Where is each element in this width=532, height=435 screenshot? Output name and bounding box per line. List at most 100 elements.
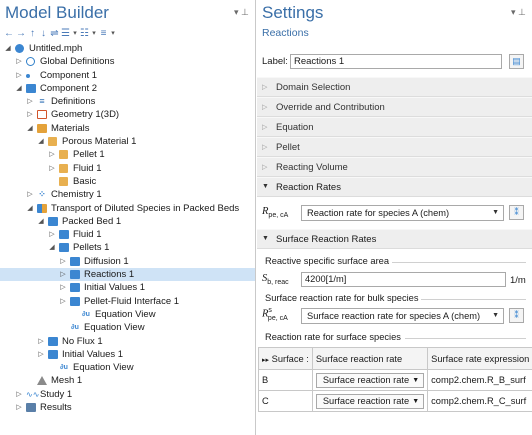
tree-node[interactable]: ◢ Porous Material 1 bbox=[0, 135, 255, 148]
variable-list-icon[interactable]: ⁑ bbox=[509, 205, 524, 220]
table-row[interactable]: C Surface reaction rate ▼ comp2.chem.R_C_… bbox=[258, 390, 532, 412]
expand-arrow-icon[interactable]: ▷ bbox=[48, 162, 56, 175]
show-icon[interactable]: ☰ bbox=[61, 28, 70, 39]
tree-node[interactable]: Basic bbox=[0, 175, 255, 188]
expand-arrow-icon[interactable]: ▷ bbox=[15, 401, 23, 414]
list-dropdown-icon[interactable]: ▾ bbox=[110, 29, 116, 37]
back-icon[interactable]: ← bbox=[4, 28, 14, 39]
table-row[interactable]: B Surface reaction rate ▼ comp2.chem.R_B_… bbox=[258, 369, 532, 391]
expand-icon[interactable]: ☷ bbox=[80, 28, 89, 39]
forward-icon[interactable]: → bbox=[16, 28, 26, 39]
tree-node[interactable]: ▷ Results bbox=[0, 401, 255, 414]
tree-node[interactable]: ▷ No Flux 1 bbox=[0, 335, 255, 348]
tree-node[interactable]: ∂u Equation View bbox=[0, 361, 255, 374]
expand-arrow-icon[interactable]: ▷ bbox=[59, 255, 67, 268]
reaction-rate-select[interactable]: Reaction rate for species A (chem) ▼ bbox=[301, 205, 504, 221]
equation-view-icon: ∂u bbox=[60, 364, 68, 372]
tree-node[interactable]: ▷ Geometry 1(3D) bbox=[0, 108, 255, 121]
tree-node[interactable]: ◢ Untitled.mph bbox=[0, 42, 255, 55]
expand-arrow-icon[interactable]: ▷ bbox=[48, 228, 56, 241]
pin-icon[interactable]: ▾ ⊥ bbox=[511, 7, 526, 18]
model-builder-title: Model Builder bbox=[5, 3, 109, 22]
tree-node[interactable]: ∂u Equation View bbox=[0, 321, 255, 334]
table-header[interactable]: ▸▸ Surface : bbox=[258, 347, 313, 370]
section-domain-selection[interactable]: ▷ Domain Selection bbox=[257, 77, 532, 97]
tree-node[interactable]: ▷ Fluid 1 bbox=[0, 162, 255, 175]
list-icon[interactable]: ≡ bbox=[99, 28, 108, 39]
tree-node[interactable]: ◢ Pellets 1 bbox=[0, 241, 255, 254]
tree-node[interactable]: ▷ Pellet-Fluid Interface 1 bbox=[0, 295, 255, 308]
tree-node[interactable]: ▷ Component 1 bbox=[0, 69, 255, 82]
expand-arrow-icon[interactable]: ▷ bbox=[26, 188, 34, 201]
section-pellet[interactable]: ▷ Pellet bbox=[257, 137, 532, 157]
collapse-arrow-icon[interactable]: ◢ bbox=[37, 135, 45, 148]
tree-node[interactable]: ▷ ∿∿ Study 1 bbox=[0, 388, 255, 401]
tree-node[interactable]: Mesh 1 bbox=[0, 374, 255, 387]
collapse-arrow-icon[interactable]: ◢ bbox=[48, 241, 56, 254]
tree-node[interactable]: ▷ Reactions 1 bbox=[0, 268, 255, 282]
label-input[interactable] bbox=[290, 54, 502, 69]
section-override-contribution[interactable]: ▷ Override and Contribution bbox=[257, 97, 532, 117]
physics-icon bbox=[70, 270, 80, 280]
settings-pane: Settings ▾ ⊥ Reactions Label: ▤ ▷ Domain… bbox=[257, 0, 532, 435]
move-down-icon[interactable]: ↓ bbox=[39, 28, 48, 39]
tree-node[interactable]: ◢ Packed Bed 1 bbox=[0, 215, 255, 228]
chevron-down-icon: ▼ bbox=[492, 209, 499, 216]
tree-node[interactable]: ◢ Component 2 bbox=[0, 82, 255, 95]
tree-node[interactable]: ◢ Materials bbox=[0, 122, 255, 135]
section-reaction-rates[interactable]: ▼ Reaction Rates bbox=[257, 177, 532, 197]
expand-dropdown-icon[interactable]: ▾ bbox=[91, 29, 97, 37]
show-dropdown-icon[interactable]: ▾ bbox=[72, 29, 78, 37]
area-group-label: Reactive specific surface area bbox=[265, 256, 390, 266]
link-editor-icon[interactable]: ⇌ bbox=[50, 28, 59, 39]
pin-icon[interactable]: ▾ ⊥ bbox=[234, 7, 249, 18]
bulk-rate-select[interactable]: Surface reaction rate for species A (che… bbox=[301, 308, 504, 324]
surface-area-input[interactable]: 4200[1/m] bbox=[301, 272, 506, 287]
tree-node-label: Porous Material 1 bbox=[62, 136, 137, 148]
expand-arrow-icon[interactable]: ▷ bbox=[59, 268, 67, 281]
expand-arrow-icon[interactable]: ▷ bbox=[15, 388, 23, 401]
tree-node[interactable]: ▷ Diffusion 1 bbox=[0, 255, 255, 268]
rate-select[interactable]: Surface reaction rate ▼ bbox=[315, 372, 425, 388]
collapse-arrow-icon[interactable]: ◢ bbox=[37, 215, 45, 228]
physics-icon bbox=[70, 296, 80, 306]
tree-node[interactable]: ▷ Fluid 1 bbox=[0, 228, 255, 241]
expand-arrow-icon[interactable]: ▷ bbox=[26, 108, 34, 121]
tree-node[interactable]: ▷ Initial Values 1 bbox=[0, 348, 255, 361]
expand-arrow-icon[interactable]: ▷ bbox=[37, 348, 45, 361]
porous-material-icon bbox=[48, 137, 57, 147]
collapse-arrow-icon[interactable]: ◢ bbox=[26, 122, 34, 135]
expand-arrow-icon[interactable]: ▷ bbox=[59, 281, 67, 294]
table-cell-expression[interactable]: comp2.chem.R_C_surf bbox=[427, 390, 532, 412]
tree-node[interactable]: ▷ ≡ Definitions bbox=[0, 95, 255, 108]
tree-node[interactable]: ◢ Transport of Diluted Species in Packed … bbox=[0, 202, 255, 215]
expand-arrow-icon[interactable]: ▷ bbox=[26, 95, 34, 108]
table-cell-expression[interactable]: comp2.chem.R_B_surf bbox=[427, 369, 532, 391]
tree-node[interactable]: ▷ Global Definitions bbox=[0, 55, 255, 68]
expand-arrow-icon[interactable]: ▷ bbox=[59, 295, 67, 308]
expand-arrow-icon[interactable]: ▷ bbox=[15, 55, 23, 68]
tree-node-label: Results bbox=[40, 402, 72, 414]
section-equation[interactable]: ▷ Equation bbox=[257, 117, 532, 137]
variable-list-icon[interactable]: ⁑ bbox=[509, 308, 524, 323]
settings-title: Settings bbox=[262, 3, 324, 22]
tree-node-label: No Flux 1 bbox=[62, 335, 103, 347]
section-reacting-volume[interactable]: ▷ Reacting Volume bbox=[257, 157, 532, 177]
geometry-icon bbox=[37, 110, 47, 120]
tree-node[interactable]: ▷ Pellet 1 bbox=[0, 148, 255, 161]
collapse-arrow-icon[interactable]: ◢ bbox=[26, 202, 34, 215]
reset-label-icon[interactable]: ▤ bbox=[509, 54, 524, 69]
rate-select[interactable]: Surface reaction rate ▼ bbox=[315, 393, 425, 409]
table-header[interactable]: Surface reaction rate bbox=[311, 347, 429, 370]
table-header[interactable]: Surface rate expression bbox=[427, 347, 532, 370]
section-surface-reaction-rates[interactable]: ▼ Surface Reaction Rates bbox=[257, 229, 532, 249]
tree-node[interactable]: ∂u Equation View bbox=[0, 308, 255, 321]
expand-arrow-icon[interactable]: ▷ bbox=[37, 335, 45, 348]
expand-arrow-icon[interactable]: ▷ bbox=[48, 148, 56, 161]
collapse-arrow-icon[interactable]: ◢ bbox=[15, 82, 23, 95]
tree-node[interactable]: ▷ ⁘ Chemistry 1 bbox=[0, 188, 255, 201]
collapse-arrow-icon[interactable]: ◢ bbox=[4, 42, 12, 55]
move-up-icon[interactable]: ↑ bbox=[28, 28, 37, 39]
tree-node[interactable]: ▷ Initial Values 1 bbox=[0, 281, 255, 294]
expand-arrow-icon[interactable]: ▷ bbox=[15, 69, 23, 82]
